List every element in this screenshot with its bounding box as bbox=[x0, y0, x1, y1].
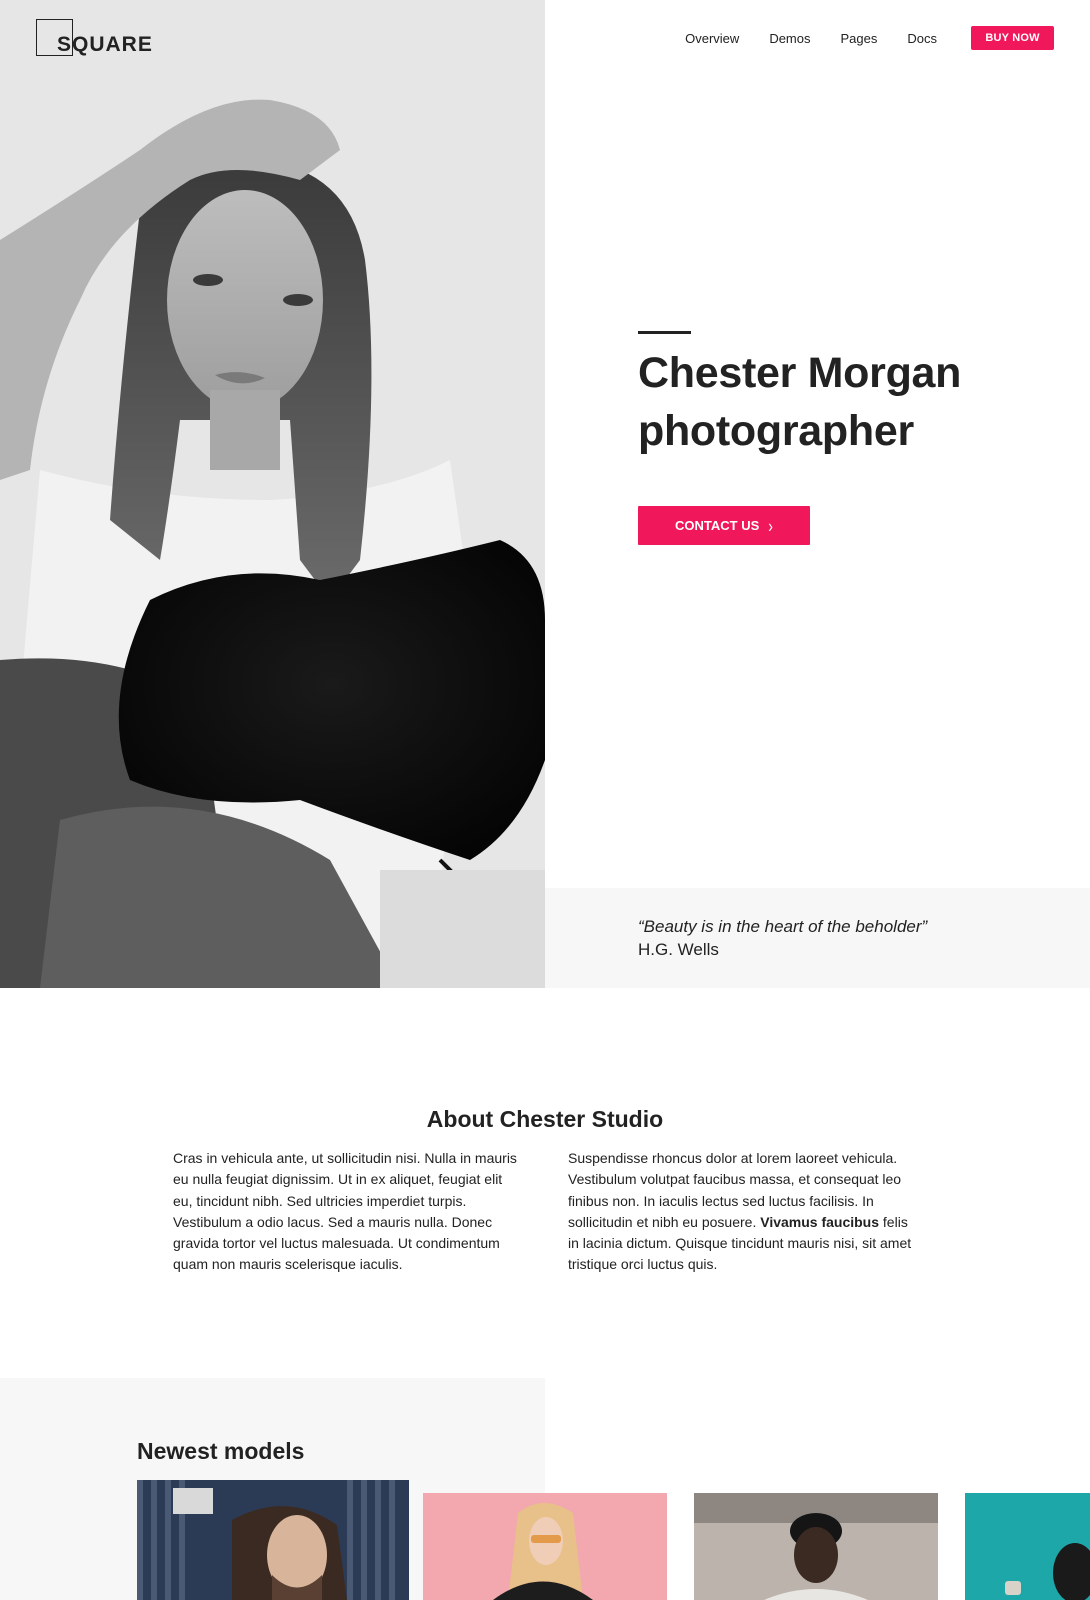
nav-link-overview[interactable]: Overview bbox=[685, 31, 739, 46]
hero-photo-illustration bbox=[0, 0, 545, 988]
quote-band bbox=[545, 888, 1090, 988]
model-card-2[interactable] bbox=[423, 1493, 667, 1600]
hero-title-rule bbox=[638, 331, 691, 334]
nav-link-pages[interactable]: Pages bbox=[841, 31, 878, 46]
about-title: About Chester Studio bbox=[426, 1106, 664, 1132]
about-column-right: Suspendisse rhoncus dolor at lorem laore… bbox=[568, 1148, 918, 1276]
model-photo-4 bbox=[965, 1493, 1090, 1600]
models-title: Newest models bbox=[137, 1438, 305, 1464]
model-card-4[interactable] bbox=[965, 1493, 1090, 1600]
logo-text: SQUARE bbox=[57, 33, 153, 56]
contact-us-label: CONTACT US bbox=[675, 518, 760, 533]
model-photo-1 bbox=[137, 1480, 409, 1600]
main-nav: Overview Demos Pages Docs BUY NOW bbox=[685, 26, 1054, 50]
chevron-right-icon: › bbox=[768, 515, 773, 536]
hero-section bbox=[0, 0, 1090, 988]
contact-us-button[interactable]: CONTACT US › bbox=[638, 506, 810, 545]
model-card-1[interactable] bbox=[137, 1480, 409, 1600]
hero-title-line-1: Chester Morgan bbox=[638, 349, 962, 397]
hero-title-line-2: photographer bbox=[638, 407, 914, 455]
model-card-3[interactable] bbox=[694, 1493, 938, 1600]
brand-logo[interactable]: SQUARE bbox=[36, 19, 166, 59]
about-column-left: Cras in vehicula ante, ut sollicitudin n… bbox=[173, 1150, 517, 1273]
quote-text: “Beauty is in the heart of the beholder” bbox=[638, 917, 928, 936]
model-photo-3 bbox=[694, 1493, 938, 1600]
quote-author: H.G. Wells bbox=[638, 940, 719, 959]
nav-link-docs[interactable]: Docs bbox=[907, 31, 937, 46]
about-right-bold-text: Vivamus faucibus bbox=[760, 1213, 880, 1230]
model-photo-2 bbox=[423, 1493, 667, 1600]
buy-now-button[interactable]: BUY NOW bbox=[971, 26, 1054, 50]
nav-link-demos[interactable]: Demos bbox=[769, 31, 810, 46]
hero-title: Chester Morgan photographer bbox=[638, 344, 1058, 460]
hero-photo bbox=[0, 0, 545, 988]
